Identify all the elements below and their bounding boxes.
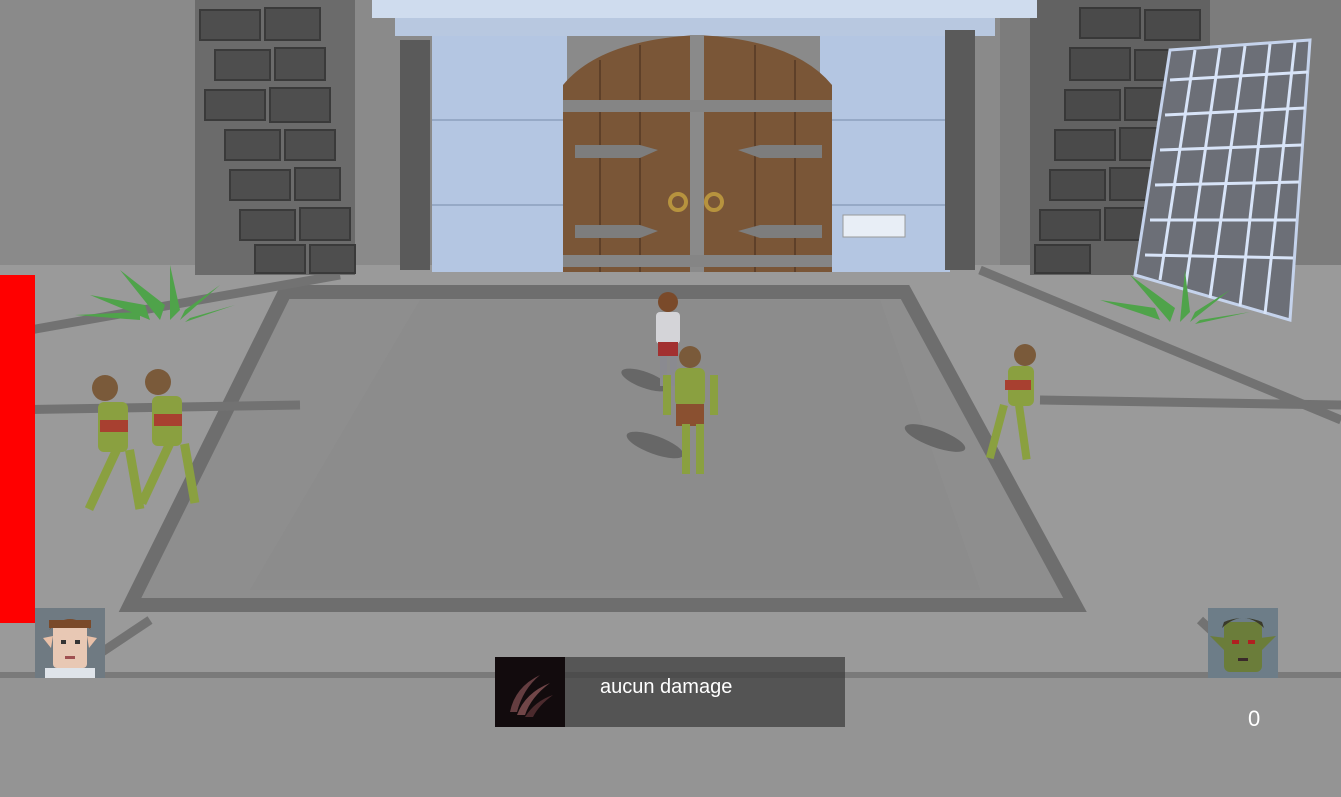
player-health-bar xyxy=(0,275,35,623)
damage-message-panel: aucun damage xyxy=(495,657,845,727)
score-counter: 0 xyxy=(1248,706,1261,731)
claw-slash-icon xyxy=(495,657,565,727)
elf-girl-portrait-icon xyxy=(35,608,105,678)
damage-message-text: aucun damage xyxy=(600,676,733,698)
goblin-portrait-icon xyxy=(1208,608,1278,678)
enemy-portrait xyxy=(1208,608,1278,678)
left-stone-pillar xyxy=(195,0,356,275)
wooden-double-door xyxy=(563,35,832,272)
player-portrait xyxy=(35,608,105,678)
